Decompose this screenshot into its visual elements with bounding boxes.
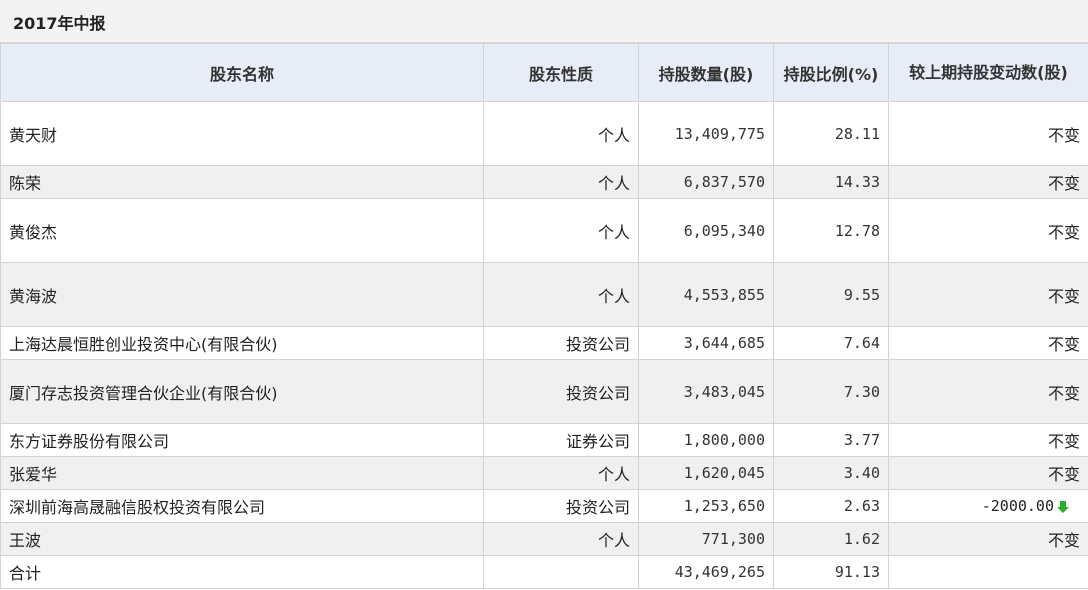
table-row: 黄天财 个人 13,409,775 28.11 不变 [0, 101, 1088, 166]
holder-ratio: 14.33 [773, 165, 889, 199]
total-ratio: 91.13 [773, 555, 889, 589]
col-header-shares: 持股数量(股) [638, 43, 774, 102]
holder-name: 深圳前海高晟融信股权投资有限公司 [0, 489, 484, 523]
col-header-change: 较上期持股变动数(股) [888, 43, 1088, 102]
holder-change: -2000.00 [981, 497, 1054, 515]
holder-name: 东方证券股份有限公司 [0, 423, 484, 457]
table-row: 东方证券股份有限公司 证券公司 1,800,000 3.77 不变 [0, 423, 1088, 457]
holder-shares: 1,253,650 [638, 489, 774, 523]
holder-shares: 1,620,045 [638, 456, 774, 490]
holder-type: 个人 [483, 456, 639, 490]
holder-ratio: 7.30 [773, 359, 889, 424]
holder-change: 不变 [888, 456, 1088, 490]
holder-change: 不变 [888, 359, 1088, 424]
shareholders-table: 股东名称 股东性质 持股数量(股) 持股比例(%) 较上期持股变动数(股) 黄天… [0, 43, 1088, 589]
holder-shares: 6,095,340 [638, 198, 774, 263]
holder-shares: 3,483,045 [638, 359, 774, 424]
holder-change: 不变 [888, 101, 1088, 166]
table-row: 上海达晨恒胜创业投资中心(有限合伙) 投资公司 3,644,685 7.64 不… [0, 326, 1088, 360]
holder-name: 厦门存志投资管理合伙企业(有限合伙) [0, 359, 484, 424]
table-row: 张爱华 个人 1,620,045 3.40 不变 [0, 456, 1088, 490]
table-header-row: 股东名称 股东性质 持股数量(股) 持股比例(%) 较上期持股变动数(股) [0, 43, 1088, 102]
holder-name: 张爱华 [0, 456, 484, 490]
holder-ratio: 12.78 [773, 198, 889, 263]
total-change-empty [888, 555, 1088, 589]
holder-type: 投资公司 [483, 326, 639, 360]
holder-change: 不变 [888, 326, 1088, 360]
report-period-title: 2017年中报 [13, 14, 106, 33]
holder-type: 投资公司 [483, 489, 639, 523]
table-total-row: 合计 43,469,265 91.13 [0, 555, 1088, 589]
total-type-empty [483, 555, 639, 589]
holder-type: 个人 [483, 101, 639, 166]
total-label: 合计 [0, 555, 484, 589]
table-row: 陈荣 个人 6,837,570 14.33 不变 [0, 165, 1088, 199]
holder-change: 不变 [888, 423, 1088, 457]
col-header-name: 股东名称 [0, 43, 484, 102]
holder-ratio: 3.40 [773, 456, 889, 490]
holder-change: 不变 [888, 262, 1088, 327]
holder-ratio: 1.62 [773, 522, 889, 556]
total-shares: 43,469,265 [638, 555, 774, 589]
table-row: 王波 个人 771,300 1.62 不变 [0, 522, 1088, 556]
holder-name: 陈荣 [0, 165, 484, 199]
holder-name: 黄俊杰 [0, 198, 484, 263]
holder-type: 投资公司 [483, 359, 639, 424]
holder-name: 黄天财 [0, 101, 484, 166]
table-row: 深圳前海高晟融信股权投资有限公司 投资公司 1,253,650 2.63 -20… [0, 489, 1088, 523]
down-arrow-icon [1057, 500, 1069, 513]
holder-shares: 1,800,000 [638, 423, 774, 457]
holder-name: 黄海波 [0, 262, 484, 327]
report-period-header: 2017年中报 [0, 0, 1088, 43]
holder-name: 上海达晨恒胜创业投资中心(有限合伙) [0, 326, 484, 360]
holder-shares: 4,553,855 [638, 262, 774, 327]
holder-shares: 771,300 [638, 522, 774, 556]
col-header-type: 股东性质 [483, 43, 639, 102]
holder-ratio: 7.64 [773, 326, 889, 360]
holder-name: 王波 [0, 522, 484, 556]
holder-change: 不变 [888, 522, 1088, 556]
holder-change: 不变 [888, 198, 1088, 263]
holder-type: 个人 [483, 522, 639, 556]
holder-ratio: 2.63 [773, 489, 889, 523]
holder-shares: 6,837,570 [638, 165, 774, 199]
holder-shares: 3,644,685 [638, 326, 774, 360]
holder-type: 个人 [483, 262, 639, 327]
holder-type: 证券公司 [483, 423, 639, 457]
holder-type: 个人 [483, 198, 639, 263]
table-row: 厦门存志投资管理合伙企业(有限合伙) 投资公司 3,483,045 7.30 不… [0, 359, 1088, 424]
col-header-ratio: 持股比例(%) [773, 43, 889, 102]
table-row: 黄海波 个人 4,553,855 9.55 不变 [0, 262, 1088, 327]
holder-shares: 13,409,775 [638, 101, 774, 166]
holder-change: 不变 [888, 165, 1088, 199]
holder-ratio: 9.55 [773, 262, 889, 327]
holder-change-cell: -2000.00 [888, 489, 1088, 523]
holder-ratio: 28.11 [773, 101, 889, 166]
holder-type: 个人 [483, 165, 639, 199]
holder-ratio: 3.77 [773, 423, 889, 457]
table-row: 黄俊杰 个人 6,095,340 12.78 不变 [0, 198, 1088, 263]
